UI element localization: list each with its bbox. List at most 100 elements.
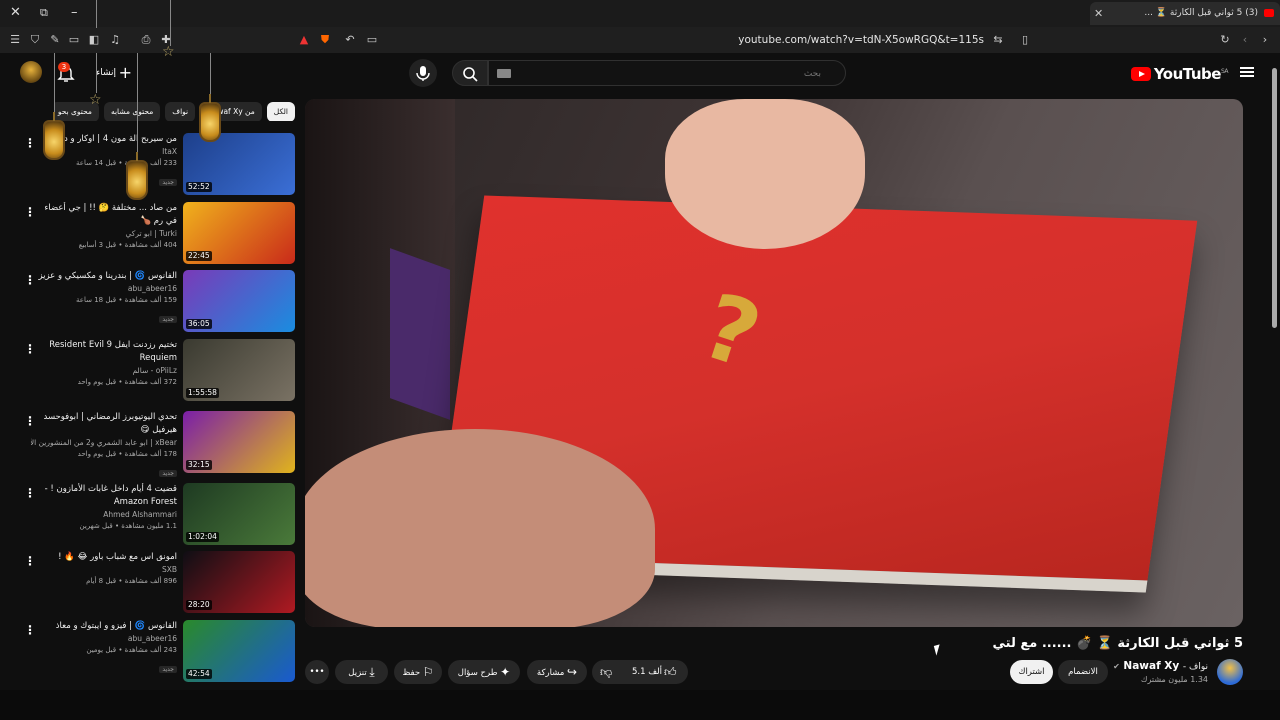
new-badge: جديد <box>159 316 177 323</box>
menu-icon[interactable]: ☰ <box>8 33 22 47</box>
tabs-icon[interactable]: ▭ <box>67 33 81 47</box>
youtube-logo[interactable]: YouTubeSA <box>1130 65 1229 83</box>
notification-badge: 3 <box>58 62 70 72</box>
search-button[interactable] <box>452 60 488 86</box>
back-icon[interactable]: ‹ <box>1238 33 1252 47</box>
recommendation-item[interactable]: 42:54 الفانوس 🌀 | فيزو و ايبتوك و معاذ abu… <box>22 620 295 682</box>
recommendation-title[interactable]: تختيم رزدنت ايفل Resident Evil 9 Requiem <box>31 339 177 365</box>
recommendation-title[interactable]: الفانوس 🌀 | بندرينا و مكسيكي و عزيز <box>31 270 177 283</box>
minimize-window-icon[interactable]: – <box>71 6 78 20</box>
recommendation-text: من صاد ... مختلفة 🤔 !! | جي أعضاء في رم … <box>31 202 177 251</box>
chip-nawaf[interactable]: نواف <box>165 102 196 121</box>
browser-tab-bar: ✕ ⧉ – + ✕ (3) 5 ثواني قبل الكارثة ⏳ ... <box>0 0 1280 27</box>
screenshot-icon[interactable]: ⎙ <box>139 33 153 47</box>
active-tab[interactable]: ✕ (3) 5 ثواني قبل الكارثة ⏳ ... <box>1090 2 1280 25</box>
recommendation-title[interactable]: تحدي اليوتيوبرز الرمضاني | ابوفوحسد هيرف… <box>31 411 177 437</box>
video-thumbnail[interactable]: 36:05 <box>183 270 295 332</box>
video-thumbnail[interactable]: 1:02:04 <box>183 483 295 545</box>
bookmark-icon[interactable]: ▯ <box>1018 33 1032 47</box>
more-options-icon[interactable]: ⋮ <box>22 555 38 567</box>
sidebar-icon[interactable]: ◧ <box>87 33 101 47</box>
ask-button[interactable]: طرح سؤال ✦ <box>448 660 520 684</box>
page-scrollbar[interactable] <box>1272 58 1278 686</box>
new-badge: جديد <box>159 179 177 186</box>
recommendation-channel[interactable]: xBear | ابو عابد الشمري و2 من المنشورين … <box>31 437 177 449</box>
video-thumbnail[interactable]: 28:20 <box>183 551 295 613</box>
search-box[interactable] <box>488 60 846 86</box>
recommendation-channel[interactable]: SXB <box>31 564 177 576</box>
video-thumbnail[interactable]: 42:54 <box>183 620 295 682</box>
recommendation-text: الفانوس 🌀 | فيزو و ايبتوك و معاذ abu_abee… <box>31 620 177 675</box>
chip-similar[interactable]: محتوى مشابه <box>103 102 161 121</box>
subscribe-button[interactable]: اشتراك <box>1010 660 1053 684</box>
more-actions-button[interactable]: ••• <box>305 660 329 684</box>
like-icon[interactable]: 👍︎ <box>664 660 677 684</box>
recommendation-meta: 404 ألف مشاهدة • قبل 3 أسابيع <box>78 241 177 249</box>
recommendation-channel[interactable]: abu_abeer16 <box>31 633 177 645</box>
search-input[interactable] <box>489 62 845 86</box>
music-icon[interactable]: ♫ <box>108 33 122 47</box>
recommendation-item[interactable]: 32:15 تحدي اليوتيوبرز الرمضاني | ابوفوحسد… <box>22 411 295 477</box>
close-tab-icon[interactable]: ✕ <box>1094 2 1103 25</box>
pen-icon[interactable]: ✎ <box>48 33 62 47</box>
voice-search-button[interactable] <box>409 59 437 87</box>
browser-toolbar: ☰ ⛉ ✎ ▭ ◧ ♫ ⎙ ✚ ▲ ⛊ ↶ ▭ youtube.com/watc… <box>0 27 1280 53</box>
recommendation-text: تختيم رزدنت ايفل Resident Evil 9 Requiem… <box>31 339 177 388</box>
video-thumbnail[interactable]: 22:45 <box>183 202 295 264</box>
account-avatar[interactable] <box>20 61 42 83</box>
recommendation-channel[interactable]: oPiiLz - سالم <box>31 365 177 377</box>
forward-icon[interactable]: › <box>1258 33 1272 47</box>
more-options-icon[interactable]: ⋮ <box>22 137 38 149</box>
more-options-icon[interactable]: ⋮ <box>22 206 38 218</box>
join-button[interactable]: الانضمام <box>1058 660 1108 684</box>
dislike-icon[interactable]: 👎︎ <box>600 660 612 684</box>
video-duration: 52:52 <box>186 182 212 192</box>
recommendation-item[interactable]: 22:45 من صاد ... مختلفة 🤔 !! | جي أعضاء ف… <box>22 202 295 264</box>
recommendation-channel[interactable]: Ahmed Alshammari <box>31 509 177 521</box>
more-options-icon[interactable]: ⋮ <box>22 487 38 499</box>
more-options-icon[interactable]: ⋮ <box>22 415 38 427</box>
more-options-icon[interactable]: ⋮ <box>22 274 38 286</box>
url-text: youtube.com/watch?v=tdN-X5owRGQ&t=115s <box>738 34 984 46</box>
star-decoration-icon: ☆ <box>89 92 102 108</box>
lantern-decoration-icon <box>43 112 65 160</box>
recommendation-item[interactable]: 36:05 الفانوس 🌀 | بندرينا و مكسيكي و عزيز… <box>22 270 295 332</box>
video-thumbnail[interactable]: 32:15 <box>183 411 295 473</box>
chip-all[interactable]: الكل <box>266 102 295 121</box>
keyboard-icon[interactable] <box>497 69 511 78</box>
recommendation-item[interactable]: 1:02:04 قضيت 4 أيام داخل غابات الأمازون !… <box>22 483 295 545</box>
channel-avatar[interactable] <box>1217 659 1243 685</box>
share-button[interactable]: مشاركة ↪ <box>527 660 587 684</box>
save-button[interactable]: حفظ ⚐ <box>394 660 442 684</box>
more-options-icon[interactable]: ⋮ <box>22 343 38 355</box>
recommendation-title[interactable]: من صاد ... مختلفة 🤔 !! | جي أعضاء في رم … <box>31 202 177 228</box>
video-player[interactable]: ? <box>305 99 1243 627</box>
recommendation-channel[interactable]: Turki | ابو تركي <box>31 228 178 240</box>
recommendation-title[interactable]: الفانوس 🌀 | فيزو و ايبتوك و معاذ <box>31 620 177 633</box>
youtube-play-icon <box>1130 67 1151 81</box>
star-decoration-icon: ☆ <box>162 44 175 60</box>
lantern-decoration-icon <box>126 152 148 200</box>
recommendation-item[interactable]: 1:55:58 تختيم رزدنت ايفل Resident Evil 9 … <box>22 339 295 401</box>
recommendation-channel[interactable]: abu_abeer16 <box>31 283 177 295</box>
recommendation-title[interactable]: امونق اس مع شباب باور 😂 🔥 ! <box>31 551 177 564</box>
download-button[interactable]: تنزيل ⤓ <box>335 660 388 684</box>
subscriber-count: 1.34 مليون مشترك <box>1140 675 1208 684</box>
video-thumbnail[interactable]: 52:52 <box>183 133 295 195</box>
hamburger-menu-icon[interactable] <box>1240 65 1254 79</box>
more-options-icon[interactable]: ⋮ <box>22 624 38 636</box>
restore-window-icon[interactable]: ⧉ <box>40 6 48 20</box>
lantern-rope <box>137 53 138 163</box>
video-thumbnail[interactable]: 1:55:58 <box>183 339 295 401</box>
search-icon <box>463 67 478 82</box>
recommendation-item[interactable]: 28:20 امونق اس مع شباب باور 😂 🔥 ! SXB 896 أ… <box>22 551 295 613</box>
recommendation-text: الفانوس 🌀 | بندرينا و مكسيكي و عزيز abu_a… <box>31 270 177 325</box>
address-bar[interactable]: youtube.com/watch?v=tdN-X5owRGQ&t=115s <box>300 30 1020 50</box>
channel-name[interactable]: نواف - Nawaf Xy ✔ <box>1113 660 1208 672</box>
site-settings-icon[interactable]: ⇆ <box>991 33 1005 47</box>
recommendation-title[interactable]: قضيت 4 أيام داخل غابات الأمازون ! - Amaz… <box>31 483 177 509</box>
scrollbar-thumb[interactable] <box>1272 68 1277 328</box>
shield-icon[interactable]: ⛉ <box>28 33 42 47</box>
reload-icon[interactable]: ↻ <box>1218 33 1232 47</box>
close-window-icon[interactable]: ✕ <box>10 6 21 20</box>
